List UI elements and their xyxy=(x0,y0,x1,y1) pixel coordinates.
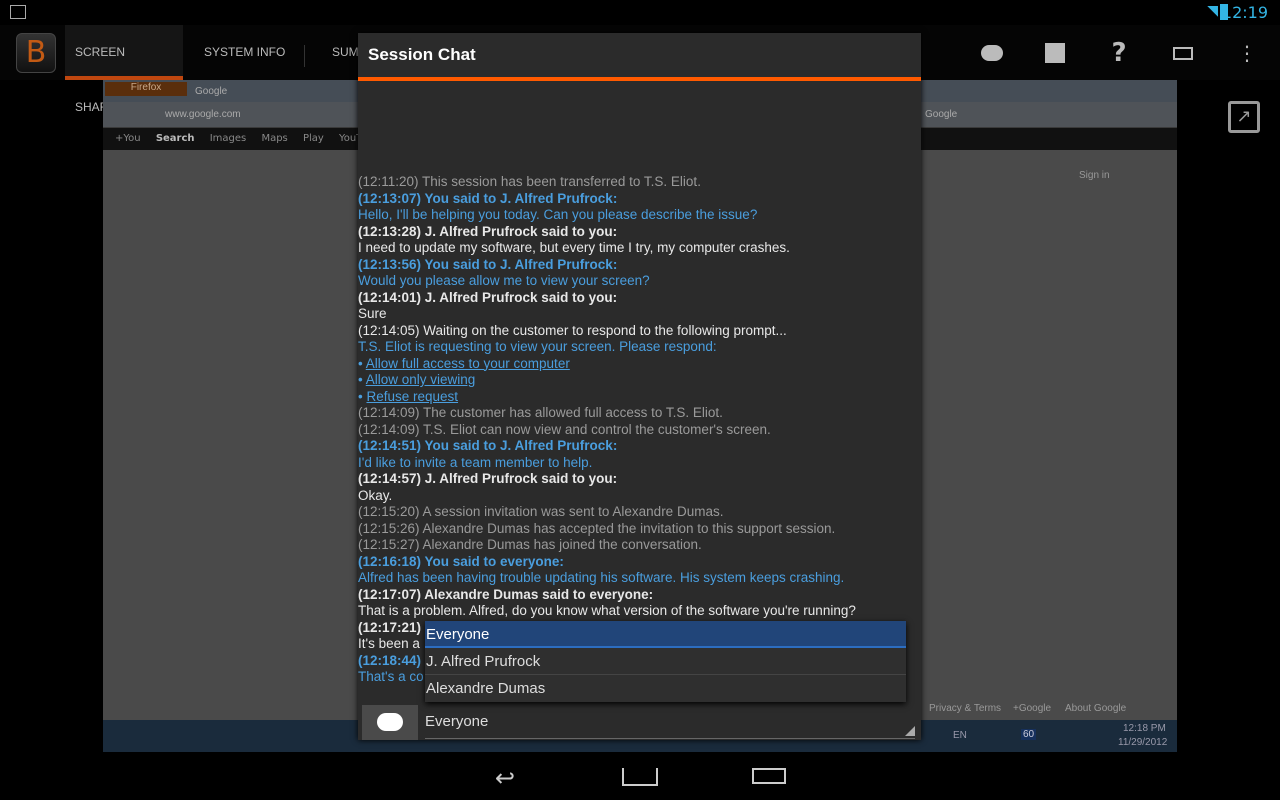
search-box[interactable]: Google xyxy=(925,109,957,120)
chat-line: (12:14:09) T.S. Eliot can now view and c… xyxy=(358,421,771,437)
chat-line: (12:15:26) Alexandre Dumas has accepted … xyxy=(358,520,836,536)
keyboard-icon[interactable] xyxy=(1168,38,1198,68)
wifi-icon: ◥ xyxy=(1207,3,1218,19)
chat-line: (12:11:20) This session has been transfe… xyxy=(358,174,701,189)
footer-privacy[interactable]: Privacy & Terms xyxy=(929,703,1001,714)
sign-in-button[interactable]: Sign in xyxy=(1079,170,1110,181)
link-text[interactable]: Refuse request xyxy=(366,389,458,404)
tab-system-info[interactable]: SYSTEM INFO xyxy=(194,25,295,80)
chat-icon[interactable] xyxy=(977,38,1007,68)
gbar-search[interactable]: Search xyxy=(156,133,195,144)
chat-line: Hello, I'll be helping you today. Can yo… xyxy=(358,207,758,222)
chat-line: T.S. Eliot is requesting to view your sc… xyxy=(358,339,717,354)
chat-line: (12:14:05) Waiting on the customer to re… xyxy=(358,322,787,338)
chat-line: (12:13:28) J. Alfred Prufrock said to yo… xyxy=(358,223,618,239)
chat-line: Sure xyxy=(358,306,387,321)
back-icon[interactable]: ↩ xyxy=(495,764,515,792)
gbar-play[interactable]: Play xyxy=(303,133,324,144)
send-message-button[interactable] xyxy=(362,705,418,740)
tray-badge: 60 xyxy=(1021,729,1037,740)
overflow-icon[interactable]: ⋮ xyxy=(1232,38,1262,68)
chat-line: (12:14:09) The customer has allowed full… xyxy=(358,405,723,420)
footer-plus-google[interactable]: +Google xyxy=(1013,703,1051,714)
chat-line: (12:16:18) You said to everyone: xyxy=(358,553,564,569)
chat-line: (12:14:51) You said to J. Alfred Prufroc… xyxy=(358,438,618,453)
chat-prompt-link[interactable]: • Allow full access to your computer xyxy=(358,356,921,373)
recipient-option-prufrock[interactable]: J. Alfred Prufrock xyxy=(425,648,906,675)
selected-recipient: Everyone xyxy=(425,713,489,730)
spinner-corner-icon xyxy=(905,726,915,736)
chat-line: Alfred has been having trouble updating … xyxy=(358,570,845,585)
chat-log[interactable]: (12:11:20) This session has been transfe… xyxy=(358,174,921,686)
chat-line: (12:13:07) You said to J. Alfred Prufroc… xyxy=(358,190,618,206)
recipient-option-dumas[interactable]: Alexandre Dumas xyxy=(425,675,906,702)
expand-icon[interactable]: ↗ xyxy=(1228,101,1260,133)
tray-time: 12:18 PM xyxy=(1123,723,1166,734)
chat-line: That is a problem. Alfred, do you know w… xyxy=(358,603,856,618)
chat-line: Okay. xyxy=(358,487,393,503)
recipient-dropdown-list: Everyone J. Alfred Prufrock Alexandre Du… xyxy=(425,621,906,702)
home-icon[interactable] xyxy=(622,768,658,786)
gbar-images[interactable]: Images xyxy=(210,133,247,144)
app-logo[interactable]: B xyxy=(16,33,56,73)
navigation-bar: ↩ xyxy=(0,752,1280,800)
chat-line: I need to update my software, but every … xyxy=(358,240,790,255)
dialog-title: Session Chat xyxy=(358,33,921,78)
recipient-spinner[interactable]: Everyone xyxy=(425,705,915,739)
footer-about[interactable]: About Google xyxy=(1065,703,1126,714)
tab-screen-sharing[interactable]: SCREEN SHARING xyxy=(65,25,183,114)
chat-line: (12:14:57) J. Alfred Prufrock said to yo… xyxy=(358,471,618,486)
status-bar: ◥ 12:19 xyxy=(0,0,1280,25)
chat-line: I'd like to invite a team member to help… xyxy=(358,454,593,470)
recents-icon[interactable] xyxy=(752,768,786,784)
recipient-option-everyone[interactable]: Everyone xyxy=(425,621,906,648)
chat-line: (12:15:20) A session invitation was sent… xyxy=(358,504,724,519)
tray-language: EN xyxy=(953,730,967,741)
firefox-menu-button[interactable]: Firefox xyxy=(105,82,187,96)
browser-tab[interactable]: Google xyxy=(195,86,227,97)
tab-divider xyxy=(304,45,305,67)
help-icon[interactable]: ? xyxy=(1104,38,1134,68)
stop-icon[interactable] xyxy=(1040,38,1070,68)
chat-line: Would you please allow me to view your s… xyxy=(358,273,650,288)
chat-line: (12:15:27) Alexandre Dumas has joined th… xyxy=(358,537,702,552)
gbar-you[interactable]: +You xyxy=(115,133,141,144)
title-divider xyxy=(358,77,921,81)
link-text[interactable]: Allow full access to your computer xyxy=(366,356,570,371)
tray-date: 11/29/2012 xyxy=(1118,737,1168,748)
chat-line: (12:17:07) Alexandre Dumas said to every… xyxy=(358,586,654,602)
chat-prompt-link[interactable]: • Allow only viewing xyxy=(358,372,921,389)
chat-line: (12:13:56) You said to J. Alfred Prufroc… xyxy=(358,256,618,272)
gbar-maps[interactable]: Maps xyxy=(261,133,287,144)
image-notification-icon xyxy=(10,5,26,19)
chat-line: (12:14:01) J. Alfred Prufrock said to yo… xyxy=(358,289,618,305)
clock: 12:19 xyxy=(1221,3,1268,22)
url-input[interactable]: www.google.com xyxy=(165,109,241,120)
link-text[interactable]: Allow only viewing xyxy=(366,372,476,387)
speech-bubble-icon xyxy=(377,713,403,731)
chat-prompt-link[interactable]: • Refuse request xyxy=(358,389,921,406)
